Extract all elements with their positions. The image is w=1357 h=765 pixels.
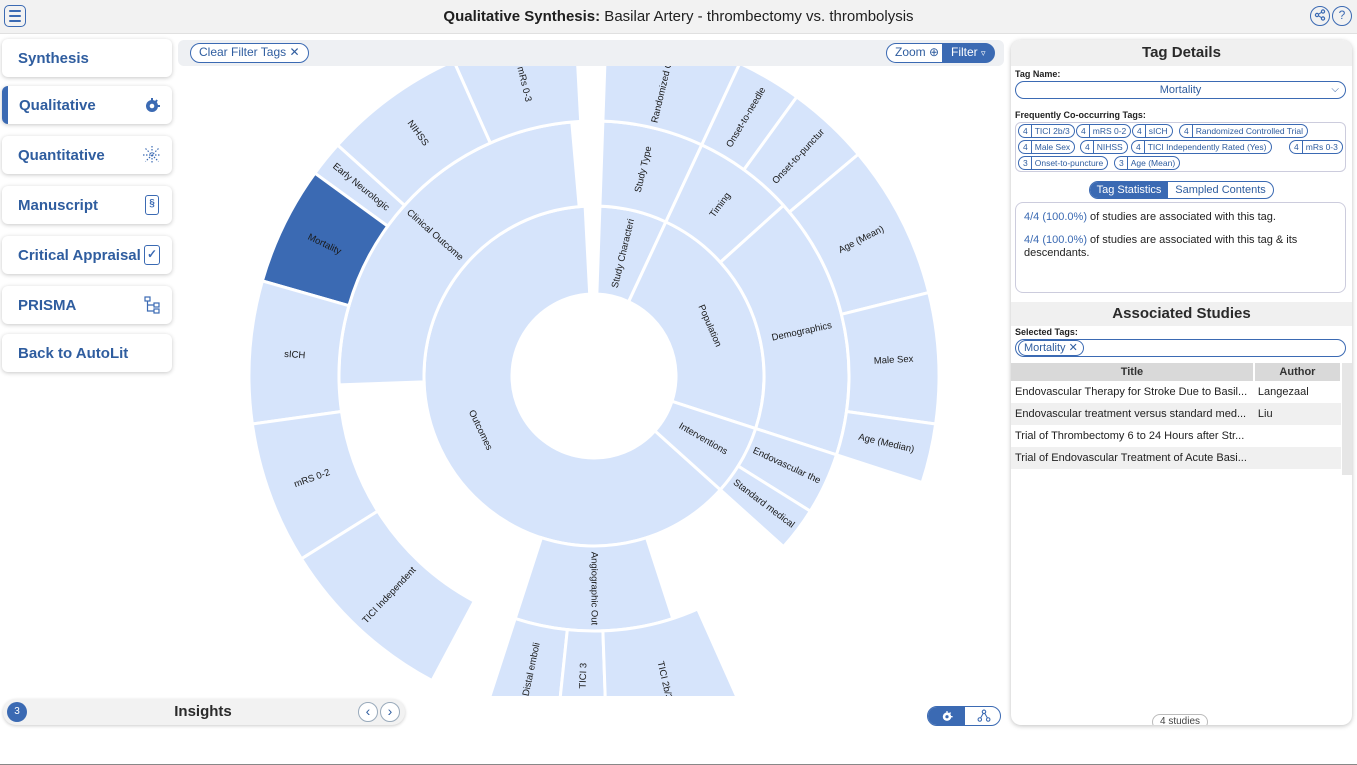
filter-button[interactable]: Filter ▿: [942, 43, 995, 63]
nav-manuscript[interactable]: Manuscript §: [2, 186, 172, 224]
top-bar: Qualitative Synthesis: Basilar Artery - …: [0, 0, 1357, 34]
close-icon[interactable]: ✕: [1069, 342, 1078, 354]
stat-tag: 4/4 (100.0%) of studies are associated w…: [1024, 211, 1276, 223]
nav-label: PRISMA: [18, 296, 77, 314]
cooccur-tag[interactable]: 4 TICI Independently Rated (Yes): [1131, 140, 1272, 154]
nav-label: Quantitative: [18, 146, 105, 164]
sunburst-label-male: Male Sex: [874, 354, 914, 367]
sunburst-icon: [142, 95, 162, 115]
cooccur-tag[interactable]: 4 sICH: [1132, 124, 1173, 138]
column-title[interactable]: Title: [1011, 363, 1255, 381]
table-row[interactable]: Trial of Thrombectomy 6 to 24 Hours afte…: [1011, 425, 1341, 447]
network-view-icon[interactable]: [965, 707, 1000, 725]
associated-studies-heading: Associated Studies: [1011, 302, 1352, 326]
share-icon[interactable]: [1310, 6, 1330, 26]
nav-label: Qualitative: [19, 96, 96, 114]
cooccur-tag[interactable]: 4 mRS 0-2: [1076, 124, 1132, 138]
chevron-right-icon[interactable]: ›: [380, 702, 400, 722]
tag-details-panel: Tag Details Tag Name: Mortality ⌵ Freque…: [1011, 40, 1352, 725]
nav-label: Manuscript: [18, 196, 99, 214]
page-title: Qualitative Synthesis: Basilar Artery - …: [443, 8, 914, 25]
nav-quantitative[interactable]: Quantitative: [2, 136, 172, 174]
cooccur-tag[interactable]: 3 Age (Mean): [1114, 156, 1181, 170]
cooccur-label: Frequently Co-occurring Tags:: [1015, 110, 1146, 120]
tab-tag-statistics[interactable]: Tag Statistics: [1090, 182, 1168, 198]
table-row[interactable]: Endovascular treatment versus standard m…: [1011, 403, 1341, 425]
nav-synthesis[interactable]: Synthesis: [2, 39, 172, 77]
nav-label: Back to AutoLit: [18, 344, 129, 362]
view-toggle: [927, 706, 1001, 726]
studies-table: Title Author Endovascular Therapy for St…: [1011, 363, 1343, 469]
tag-statistics-box: 4/4 (100.0%) of studies are associated w…: [1015, 202, 1346, 293]
help-icon[interactable]: ?: [1332, 6, 1352, 26]
nav-label: Synthesis: [18, 49, 89, 67]
cooccur-tag[interactable]: 4 TICI 2b/3: [1018, 124, 1075, 138]
sunburst-label-angio: Angiographic Out: [588, 552, 599, 626]
insights-bar: 3 Insights ‹ ›: [3, 699, 405, 725]
insights-title: Insights: [174, 703, 232, 720]
sunburst-label-tici3: TICI 3: [578, 663, 590, 689]
nav-qualitative[interactable]: Qualitative: [2, 86, 172, 124]
cooccur-tag[interactable]: 4 Male Sex: [1018, 140, 1076, 154]
selected-tag-chip[interactable]: Mortality ✕: [1018, 340, 1084, 356]
chevron-down-icon: ⌵: [1331, 84, 1339, 95]
document-icon: §: [145, 195, 159, 215]
clipboard-check-icon: ✓: [144, 245, 160, 265]
tab-sampled-contents[interactable]: Sampled Contents: [1168, 182, 1273, 198]
cooccur-tag[interactable]: 4 NIHSS: [1080, 140, 1128, 154]
table-row[interactable]: Trial of Endovascular Treatment of Acute…: [1011, 447, 1341, 469]
cooccur-tags: 4 TICI 2b/3 4 mRS 0-2 4 sICH 4 Randomized Co…: [1015, 122, 1346, 172]
tag-details-heading: Tag Details: [1011, 40, 1352, 66]
nav-prisma[interactable]: PRISMA: [2, 286, 172, 324]
spark-icon: [142, 145, 162, 165]
sunburst-label-sich: sICH: [284, 349, 306, 361]
flowchart-icon: [142, 295, 162, 315]
clear-filter-tags-button[interactable]: Clear Filter Tags ✕: [190, 43, 309, 63]
column-author[interactable]: Author: [1253, 363, 1343, 381]
tag-name-value: Mortality: [1159, 84, 1202, 96]
chevron-left-icon[interactable]: ‹: [358, 702, 378, 722]
tag-name-select[interactable]: Mortality ⌵: [1015, 81, 1346, 99]
cooccur-tag[interactable]: 3 Onset-to-puncture: [1018, 156, 1109, 170]
filter-icon: ▿: [981, 48, 986, 58]
nav-critical-appraisal[interactable]: Critical Appraisal ✓: [2, 236, 172, 274]
tag-detail-tabs: Tag Statistics Sampled Contents: [1089, 181, 1274, 199]
sunburst-chart: OutcomesStudy CharacteriPopulationInterv…: [247, 66, 941, 696]
tag-name-label: Tag Name:: [1015, 69, 1061, 79]
close-icon: ✕: [289, 45, 300, 59]
table-scrollbar[interactable]: [1342, 363, 1352, 475]
cooccur-tag[interactable]: 4 Randomized Controlled Trial: [1179, 124, 1308, 138]
nav-back-to-autolit[interactable]: Back to AutoLit: [2, 334, 172, 372]
cooccur-tag[interactable]: 4 mRs 0-3: [1289, 140, 1343, 154]
zoom-button[interactable]: Zoom ⊕: [886, 43, 947, 63]
nav-label: Critical Appraisal: [18, 246, 141, 264]
studies-count-badge: 4 studies: [1152, 714, 1208, 725]
chart-toolbar: Clear Filter Tags ✕ Zoom ⊕ Filter ▿: [178, 40, 1004, 66]
selected-tags-label: Selected Tags:: [1015, 327, 1078, 337]
zoom-icon: ⊕: [929, 45, 940, 59]
table-row[interactable]: Endovascular Therapy for Stroke Due to B…: [1011, 381, 1341, 403]
selected-tags-field[interactable]: Mortality ✕: [1015, 339, 1346, 357]
sunburst-view-icon[interactable]: [928, 707, 965, 725]
stat-descendants: 4/4 (100.0%) of studies are associated w…: [1024, 234, 1298, 259]
